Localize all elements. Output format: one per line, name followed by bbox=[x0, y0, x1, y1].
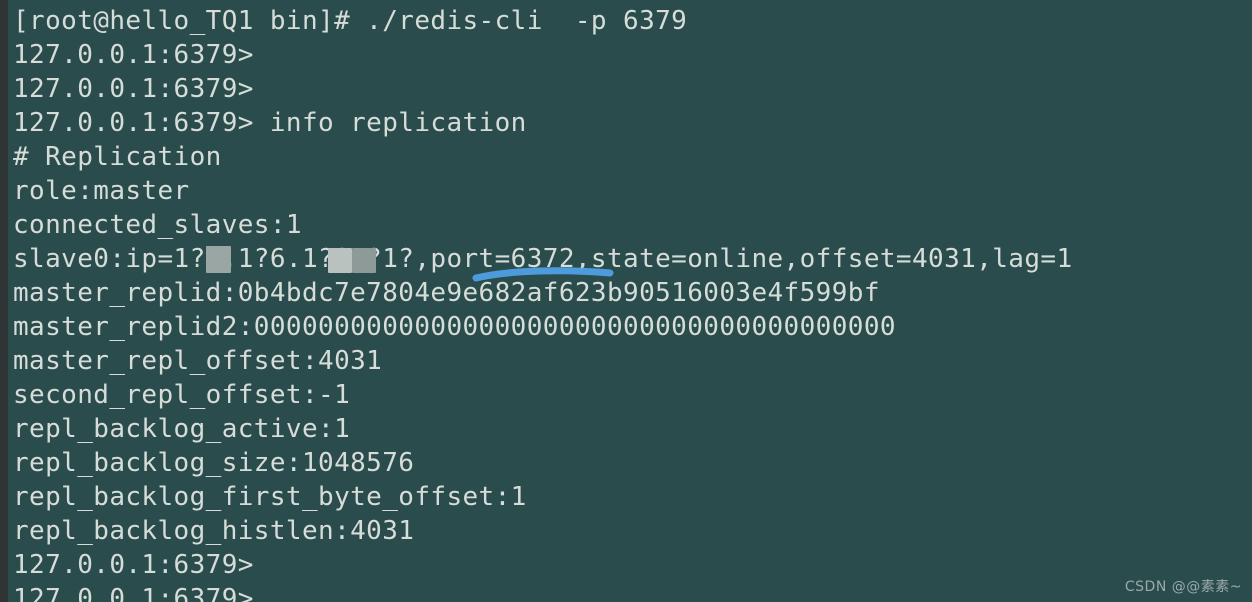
terminal-line-role: role:master bbox=[13, 176, 190, 206]
terminal-line-shell-command: [root@hello_TQ1 bin]# ./redis-cli -p 637… bbox=[13, 6, 688, 36]
terminal-line-master-replid2: master_replid2:0000000000000000000000000… bbox=[13, 312, 896, 342]
terminal-line-prompt-4: 127.0.0.1:6379> bbox=[13, 584, 254, 602]
terminal-line-master-repl-offset: master_repl_offset:4031 bbox=[13, 346, 383, 376]
terminal-line-repl-backlog-first-byte-offset: repl_backlog_first_byte_offset:1 bbox=[13, 482, 527, 512]
csdn-watermark: CSDN @@素素~ bbox=[1124, 579, 1242, 595]
ip-redaction-block-2 bbox=[328, 248, 352, 273]
ip-redaction-block-3 bbox=[352, 248, 376, 273]
terminal-left-gutter bbox=[0, 0, 8, 602]
terminal-line-repl-backlog-histlen: repl_backlog_histlen:4031 bbox=[13, 516, 415, 546]
terminal-line-info-replication-command: 127.0.0.1:6379> info replication bbox=[13, 108, 527, 138]
terminal-line-connected-slaves: connected_slaves:1 bbox=[13, 210, 302, 240]
terminal-line-section-header: # Replication bbox=[13, 142, 222, 172]
terminal-line-repl-backlog-size: repl_backlog_size:1048576 bbox=[13, 448, 415, 478]
terminal-output: [root@hello_TQ1 bin]# ./redis-cli -p 637… bbox=[13, 0, 1252, 602]
terminal-window[interactable]: [root@hello_TQ1 bin]# ./redis-cli -p 637… bbox=[0, 0, 1252, 602]
terminal-line-prompt-3: 127.0.0.1:6379> bbox=[13, 550, 254, 580]
terminal-line-second-repl-offset: second_repl_offset:-1 bbox=[13, 380, 351, 410]
terminal-line-slave0: slave0:ip=1??.1?6.1??.?1?,port=6372,stat… bbox=[13, 244, 1073, 274]
ip-redaction-block-1 bbox=[206, 246, 231, 273]
terminal-line-prompt-2: 127.0.0.1:6379> bbox=[13, 74, 254, 104]
terminal-line-repl-backlog-active: repl_backlog_active:1 bbox=[13, 414, 351, 444]
terminal-line-master-replid: master_replid:0b4bdc7e7804e9e682af623b90… bbox=[13, 278, 880, 308]
terminal-line-prompt-1: 127.0.0.1:6379> bbox=[13, 40, 254, 70]
